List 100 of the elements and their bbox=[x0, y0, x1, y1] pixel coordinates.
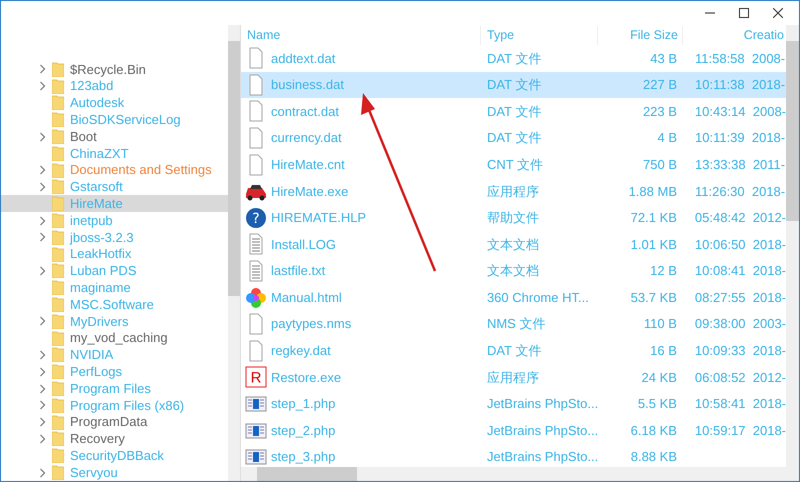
folder-tree-item[interactable]: HireMate bbox=[1, 195, 228, 212]
file-row[interactable]: paytypes.nms NMS 文件 110 B 09:38:00 2003- bbox=[241, 310, 786, 338]
file-name: HireMate.exe bbox=[271, 182, 348, 201]
letter-r-icon: R bbox=[245, 366, 267, 388]
help-icon: ? bbox=[245, 206, 267, 229]
folder-tree-item[interactable]: Luban PDS bbox=[1, 262, 228, 280]
folder-tree-item[interactable]: Documents and Settings bbox=[1, 162, 228, 179]
file-row[interactable]: step_1.php JetBrains PhpSto... 5.5 KB 10:58:41 2018- bbox=[241, 390, 786, 418]
folder-tree-item[interactable]: maginame bbox=[1, 279, 228, 296]
column-header[interactable]: Creatio bbox=[683, 26, 786, 45]
folder-name: Boot bbox=[70, 128, 97, 146]
folder-name: BioSDKServiceLog bbox=[70, 111, 181, 130]
chevron-icon[interactable] bbox=[39, 266, 46, 276]
folder-icon bbox=[52, 95, 64, 110]
folder-name: MSC.Software bbox=[70, 296, 154, 314]
file-size: 8.88 KB bbox=[630, 448, 678, 466]
folder-icon bbox=[52, 465, 64, 480]
file-size: 4 B bbox=[656, 129, 678, 148]
folder-name: ChinaZXT bbox=[70, 144, 129, 163]
folder-icon bbox=[52, 112, 64, 128]
folder-icon bbox=[52, 179, 64, 194]
column-header[interactable]: Name bbox=[241, 26, 481, 45]
close-icon[interactable] bbox=[773, 8, 783, 18]
file-type: DAT 文件 bbox=[486, 129, 542, 148]
file-type: DAT 文件 bbox=[486, 50, 542, 68]
folder-tree-item[interactable]: my_vod_caching bbox=[1, 330, 228, 347]
folder-tree-item[interactable]: ChinaZXT bbox=[1, 144, 228, 162]
folder-icon bbox=[52, 263, 64, 278]
file-row[interactable]: business.dat DAT 文件 227 B 10:11:38 2018- bbox=[241, 72, 786, 98]
chevron-icon[interactable] bbox=[39, 165, 46, 176]
chevron-icon[interactable] bbox=[39, 316, 46, 326]
folder-name: Autodesk bbox=[70, 94, 124, 112]
file-type: 应用程序 bbox=[486, 368, 540, 387]
file-row[interactable]: regkey.dat DAT 文件 16 B 10:09:33 2018- bbox=[241, 338, 786, 364]
vertical-scrollbar[interactable] bbox=[786, 25, 799, 467]
chevron-icon[interactable] bbox=[39, 434, 46, 444]
folder-tree-item[interactable]: SecurityDBBack bbox=[1, 447, 228, 464]
file-name: addtext.dat bbox=[271, 50, 336, 68]
folder-tree-item[interactable]: MSC.Software bbox=[1, 296, 228, 313]
file-row[interactable]: step_3.php JetBrains PhpSto... 8.88 KB bbox=[241, 444, 786, 467]
colorful-petal-icon bbox=[245, 286, 267, 309]
folder-tree-item[interactable]: Servyou bbox=[1, 464, 228, 481]
chevron-icon[interactable] bbox=[39, 400, 46, 410]
file-row[interactable]: ? HIREMATE.HLP 帮助文件 72.1 KB 05:48:42 2012- bbox=[241, 204, 786, 232]
file-row[interactable]: Manual.html 360 Chrome HT... 53.7 KB 08:27:55 2018- bbox=[241, 284, 786, 311]
chevron-icon[interactable] bbox=[39, 417, 46, 428]
file-row[interactable]: Install.LOG 文本文档 1.01 KB 10:06:50 2018- bbox=[241, 231, 786, 258]
folder-tree-item[interactable]: Program Files (x86) bbox=[1, 396, 228, 414]
folder-tree-item[interactable]: BioSDKServiceLog bbox=[1, 111, 228, 128]
file-name: step_3.php bbox=[271, 448, 336, 466]
chevron-icon[interactable] bbox=[39, 366, 46, 377]
folder-tree-item[interactable]: MyDrivers bbox=[1, 312, 228, 330]
folder-tree-item[interactable]: $Recycle.Bin bbox=[1, 61, 228, 78]
folder-icon bbox=[52, 297, 64, 312]
creation-time: 06:08:52 2012- bbox=[694, 368, 786, 387]
creation-time: 05:48:42 2012- bbox=[694, 209, 786, 228]
file-name: business.dat bbox=[271, 76, 344, 94]
chevron-icon[interactable] bbox=[39, 350, 46, 360]
file-size: 6.18 KB bbox=[630, 422, 678, 440]
chevron-icon[interactable] bbox=[39, 81, 46, 92]
chevron-icon[interactable] bbox=[39, 182, 46, 192]
maximize-icon[interactable] bbox=[739, 8, 749, 18]
folder-tree-item[interactable]: LeakHotfix bbox=[1, 246, 228, 263]
folder-name: Luban PDS bbox=[70, 262, 136, 280]
chevron-icon[interactable] bbox=[39, 468, 46, 478]
folder-name: maginame bbox=[70, 279, 131, 298]
file-row[interactable]: R Restore.exe 应用程序 24 KB 06:08:52 2012- bbox=[241, 364, 786, 391]
file-row[interactable]: contract.dat DAT 文件 223 B 10:43:14 2008- bbox=[241, 98, 786, 125]
folder-tree-item[interactable]: Recovery bbox=[1, 430, 228, 448]
file-size: 5.5 KB bbox=[636, 395, 678, 414]
folder-tree-item[interactable]: Boot bbox=[1, 128, 228, 145]
chevron-icon[interactable] bbox=[39, 64, 46, 74]
column-header[interactable]: Type bbox=[481, 26, 598, 45]
folder-name: Servyou bbox=[70, 464, 118, 481]
chevron-icon[interactable] bbox=[39, 232, 46, 242]
horizontal-scrollbar[interactable] bbox=[241, 467, 799, 481]
folder-tree-item[interactable]: Autodesk bbox=[1, 94, 228, 112]
folder-tree-item[interactable]: ProgramData bbox=[1, 414, 228, 431]
file-type: 文本文档 bbox=[486, 236, 540, 254]
folder-tree-item[interactable]: inetpub bbox=[1, 212, 228, 229]
file-name: step_2.php bbox=[271, 422, 336, 440]
folder-tree-item[interactable]: jboss-3.2.3 bbox=[1, 228, 228, 246]
column-header[interactable]: File Size bbox=[598, 26, 683, 45]
folder-name: Recovery bbox=[70, 430, 125, 448]
file-row[interactable]: lastfile.txt 文本文档 12 B 10:08:41 2018- bbox=[241, 258, 786, 284]
vertical-scrollbar[interactable] bbox=[228, 25, 240, 481]
folder-tree-item[interactable]: PerfLogs bbox=[1, 363, 228, 380]
file-row[interactable]: HireMate.cnt CNT 文件 750 B 13:33:38 2011- bbox=[241, 151, 786, 178]
chevron-icon[interactable] bbox=[39, 384, 46, 394]
file-row[interactable]: addtext.dat DAT 文件 43 B 11:58:58 2008- bbox=[241, 45, 786, 72]
file-row[interactable]: currency.dat DAT 文件 4 B 10:11:39 2018- bbox=[241, 124, 786, 152]
folder-tree-item[interactable]: NVIDIA bbox=[1, 346, 228, 364]
folder-tree-item[interactable]: Gstarsoft bbox=[1, 178, 228, 196]
chevron-icon[interactable] bbox=[39, 132, 46, 142]
folder-tree-item[interactable]: Program Files bbox=[1, 380, 228, 397]
folder-icon bbox=[52, 364, 64, 380]
chevron-icon[interactable] bbox=[39, 216, 46, 226]
file-row[interactable]: step_2.php JetBrains PhpSto... 6.18 KB 10:59:17 2018- bbox=[241, 417, 786, 444]
folder-tree-item[interactable]: 123abd bbox=[1, 78, 228, 95]
file-row[interactable]: HireMate.exe 应用程序 1.88 MB 11:26:30 2018- bbox=[241, 178, 786, 205]
